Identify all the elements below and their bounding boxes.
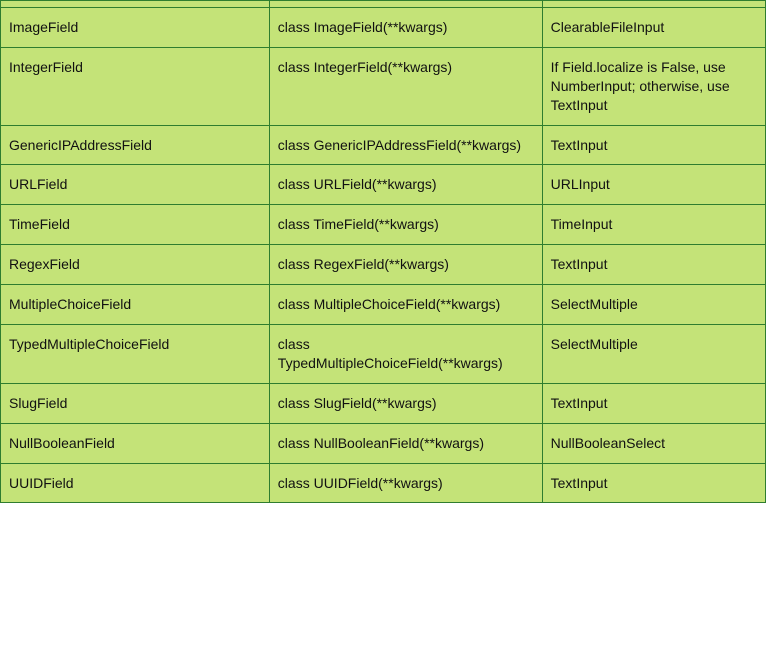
cell-empty — [542, 1, 765, 8]
class-def-cell: class NullBooleanField(**kwargs) — [269, 423, 542, 463]
class-def-cell: class IntegerField(**kwargs) — [269, 47, 542, 125]
table-row: MultipleChoiceField class MultipleChoice… — [1, 285, 766, 325]
field-name-cell: ImageField — [1, 8, 270, 48]
widget-cell: TextInput — [542, 463, 765, 503]
cell-empty — [1, 1, 270, 8]
bottom-padding — [0, 503, 766, 507]
table-row: SlugField class SlugField(**kwargs) Text… — [1, 383, 766, 423]
field-name-cell: SlugField — [1, 383, 270, 423]
table-row: GenericIPAddressField class GenericIPAdd… — [1, 125, 766, 165]
table-row: ImageField class ImageField(**kwargs) Cl… — [1, 8, 766, 48]
field-name-cell: RegexField — [1, 245, 270, 285]
class-def-cell: class ImageField(**kwargs) — [269, 8, 542, 48]
field-name-cell: MultipleChoiceField — [1, 285, 270, 325]
class-def-cell: class SlugField(**kwargs) — [269, 383, 542, 423]
widget-cell: SelectMultiple — [542, 325, 765, 384]
widget-cell: TextInput — [542, 125, 765, 165]
widget-cell: SelectMultiple — [542, 285, 765, 325]
class-def-cell: class TypedMultipleChoiceField(**kwargs) — [269, 325, 542, 384]
table-row: RegexField class RegexField(**kwargs) Te… — [1, 245, 766, 285]
widget-cell: URLInput — [542, 165, 765, 205]
class-def-cell: class URLField(**kwargs) — [269, 165, 542, 205]
class-def-cell: class TimeField(**kwargs) — [269, 205, 542, 245]
table-row: TimeField class TimeField(**kwargs) Time… — [1, 205, 766, 245]
widget-cell: ClearableFileInput — [542, 8, 765, 48]
class-def-cell: class GenericIPAddressField(**kwargs) — [269, 125, 542, 165]
class-def-cell: class MultipleChoiceField(**kwargs) — [269, 285, 542, 325]
field-name-cell: UUIDField — [1, 463, 270, 503]
table-row: URLField class URLField(**kwargs) URLInp… — [1, 165, 766, 205]
field-name-cell: GenericIPAddressField — [1, 125, 270, 165]
widget-cell: TimeInput — [542, 205, 765, 245]
cell-empty — [269, 1, 542, 8]
class-def-cell: class RegexField(**kwargs) — [269, 245, 542, 285]
class-def-cell: class UUIDField(**kwargs) — [269, 463, 542, 503]
widget-cell: TextInput — [542, 245, 765, 285]
table-body: ImageField class ImageField(**kwargs) Cl… — [1, 1, 766, 503]
field-name-cell: URLField — [1, 165, 270, 205]
field-name-cell: IntegerField — [1, 47, 270, 125]
widget-cell: NullBooleanSelect — [542, 423, 765, 463]
table-row: IntegerField class IntegerField(**kwargs… — [1, 47, 766, 125]
table-row: NullBooleanField class NullBooleanField(… — [1, 423, 766, 463]
field-name-cell: NullBooleanField — [1, 423, 270, 463]
field-name-cell: TimeField — [1, 205, 270, 245]
field-name-cell: TypedMultipleChoiceField — [1, 325, 270, 384]
field-reference-table: ImageField class ImageField(**kwargs) Cl… — [0, 0, 766, 503]
table-row: TypedMultipleChoiceField class TypedMult… — [1, 325, 766, 384]
widget-cell: TextInput — [542, 383, 765, 423]
table-row-partial — [1, 1, 766, 8]
table-row: UUIDField class UUIDField(**kwargs) Text… — [1, 463, 766, 503]
widget-cell: If Field.localize is False, use NumberIn… — [542, 47, 765, 125]
